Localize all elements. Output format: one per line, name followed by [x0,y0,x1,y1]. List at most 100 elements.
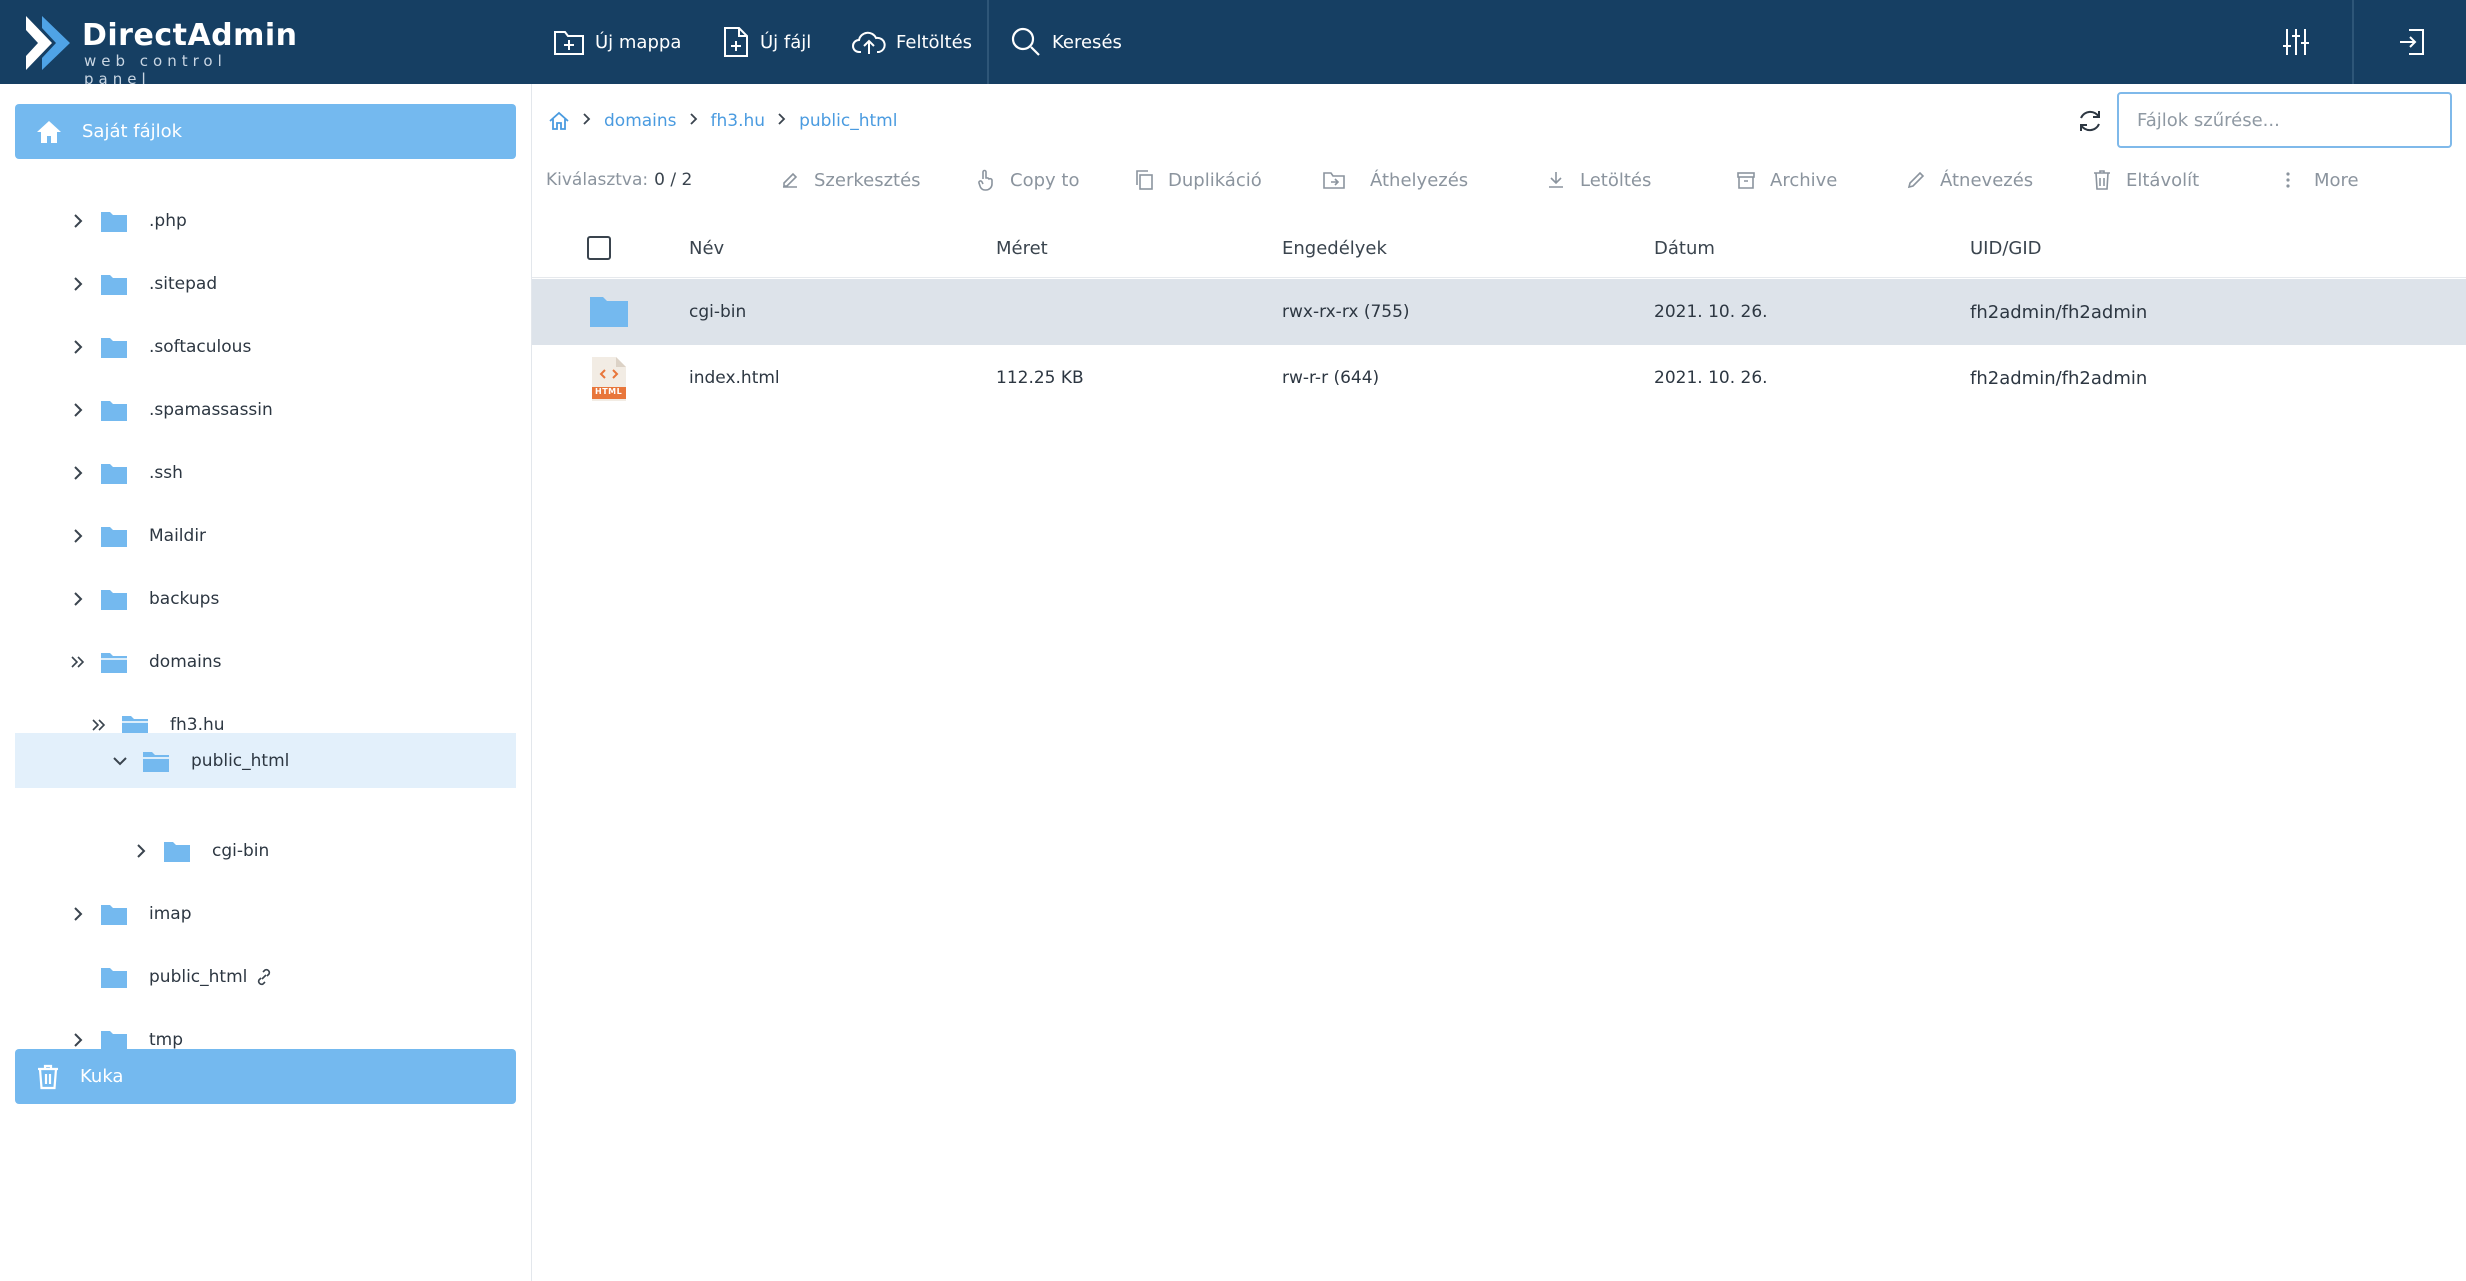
breadcrumb: domains fh3.hu public_html [548,106,897,136]
sidebar-trash[interactable]: Kuka [15,1049,516,1104]
new-file-button[interactable]: Új fájl [722,22,811,62]
folder-icon [101,904,127,925]
more-button[interactable]: More [2284,160,2359,200]
home-icon [37,120,61,143]
folder-icon [590,297,628,327]
table-row[interactable]: cgi-bin rwx-rx-rx (755) 2021. 10. 26. fh… [532,279,2466,345]
sidebar-item-public-html-link[interactable]: public_html [63,949,273,1004]
chevron-right-icon[interactable] [126,843,156,859]
table-header: Név Méret Engedélyek Dátum UID/GID [532,218,2466,278]
settings-button[interactable] [2276,22,2316,62]
sidebar-item-sitepad[interactable]: .sitepad [63,256,217,311]
sidebar-item-maildir[interactable]: Maildir [63,508,206,563]
chevron-right-icon[interactable] [63,339,93,355]
sidebar-item-label: .softaculous [149,336,252,357]
file-owner: fh2admin/fh2admin [1970,367,2148,389]
trash-icon [38,1064,58,1089]
sidebar-item-label: fh3.hu [170,714,225,735]
chevron-double-right-icon[interactable] [84,717,114,733]
column-header-size[interactable]: Méret [996,218,1048,278]
file-name[interactable]: cgi-bin [689,279,746,345]
sidebar-item-label: .spamassassin [149,399,273,420]
file-permissions[interactable]: rw-r-r (644) [1282,345,1379,411]
column-header-uid-gid[interactable]: UID/GID [1970,218,2042,278]
refresh-icon [2080,110,2100,132]
copy-icon [1136,170,1153,190]
link-icon [258,968,271,985]
sidebar-item-softaculous[interactable]: .softaculous [63,319,251,374]
sidebar-item-cgi-bin[interactable]: cgi-bin [126,823,269,878]
sidebar-item-label: cgi-bin [212,840,270,861]
sidebar-item-php[interactable]: .php [63,193,187,248]
new-folder-label: Új mappa [595,31,682,53]
top-bar: DirectAdmin web control panel Új mappa Ú… [0,0,2466,88]
select-all-checkbox[interactable] [587,236,611,260]
sidebar-item-domains[interactable]: domains [63,634,222,689]
home-icon[interactable] [548,111,570,131]
logout-button[interactable] [2392,22,2432,62]
move-button[interactable]: Áthelyezés [1322,160,1468,200]
kebab-menu-icon [2286,172,2290,188]
sidebar-item-label: imap [149,903,192,924]
sidebar-item-public-html[interactable]: public_html [15,733,516,788]
cloud-upload-icon [852,31,886,54]
column-header-permissions[interactable]: Engedélyek [1282,218,1387,278]
edit-icon [783,172,798,188]
brand-logo[interactable]: DirectAdmin web control panel [22,14,297,88]
folder-icon [101,526,127,547]
folder-icon [101,463,127,484]
download-button[interactable]: Letöltés [1546,160,1651,200]
search-label: Keresés [1052,31,1122,53]
brand-tagline: web control panel [84,52,227,88]
rename-button[interactable]: Átnevezés [1906,160,2033,200]
sidebar-item-label: public_html [149,966,248,987]
sidebar-item-label: Maildir [149,525,207,546]
download-label: Letöltés [1580,169,1652,191]
chevron-right-icon[interactable] [63,528,93,544]
column-header-date[interactable]: Dátum [1654,218,1715,278]
chevron-right-icon[interactable] [63,402,93,418]
folder-icon [101,211,127,232]
file-permissions[interactable]: rwx-rx-rx (755) [1282,279,1410,345]
chevron-down-icon[interactable] [105,755,135,767]
breadcrumb-item-domains[interactable]: domains [604,111,677,131]
table-row[interactable]: HTML index.html 112.25 KB rw-r-r (644) 2… [532,345,2466,411]
new-folder-button[interactable]: Új mappa [553,22,681,62]
sidebar-item-backups[interactable]: backups [63,571,219,626]
sidebar-item-spamassassin[interactable]: .spamassassin [63,382,273,437]
chevron-right-icon[interactable] [63,465,93,481]
html-file-badge: HTML [595,387,623,396]
sidebar-my-files[interactable]: Saját fájlok [15,104,516,159]
refresh-button[interactable] [2073,104,2107,138]
chevron-right-icon[interactable] [63,591,93,607]
chevron-right-icon[interactable] [63,1032,93,1048]
chevron-right-icon[interactable] [63,276,93,292]
rename-label: Átnevezés [1940,169,2034,191]
remove-button[interactable]: Eltávolít [2092,160,2199,200]
breadcrumb-item-fh3-hu[interactable]: fh3.hu [711,111,766,131]
filter-input[interactable] [2117,92,2452,148]
sidebar-item-imap[interactable]: imap [63,886,192,941]
sliders-icon [2283,29,2309,55]
chevron-right-icon[interactable] [63,906,93,922]
pencil-icon [1907,171,1925,189]
logout-icon [2400,29,2424,55]
file-name[interactable]: index.html [689,345,780,411]
duplicate-label: Duplikáció [1168,169,1262,191]
action-bar: Kiválasztva: 0 / 2 Szerkesztés Copy to D… [546,160,2446,200]
column-header-name[interactable]: Név [689,218,724,278]
sidebar-item-ssh[interactable]: .ssh [63,445,183,500]
archive-button[interactable]: Archive [1736,160,1837,200]
upload-button[interactable]: Feltöltés [852,22,972,62]
chevron-right-icon[interactable] [63,213,93,229]
breadcrumb-item-public-html[interactable]: public_html [799,111,897,131]
folder-icon [101,337,127,358]
chevron-double-right-icon[interactable] [63,654,93,670]
folder-move-icon [1323,172,1345,189]
folder-icon [101,274,127,295]
new-file-label: Új fájl [760,31,812,53]
search-button[interactable]: Keresés [1010,22,1122,62]
edit-button[interactable]: Szerkesztés [780,160,921,200]
copy-to-button[interactable]: Copy to [976,160,1079,200]
duplicate-button[interactable]: Duplikáció [1134,160,1262,200]
